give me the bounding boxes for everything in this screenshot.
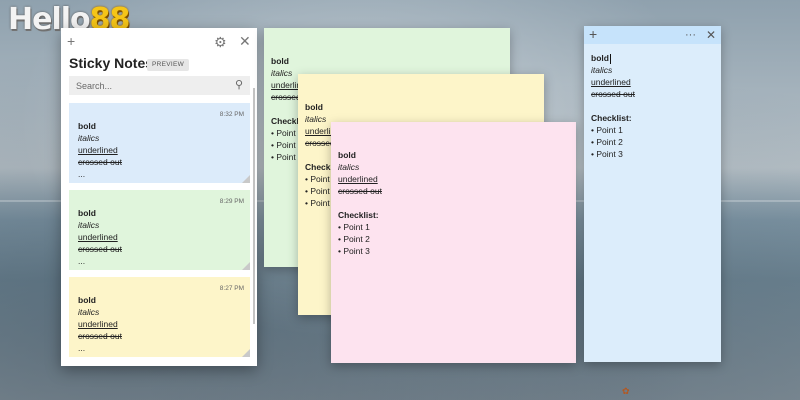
list-scrollbar[interactable] xyxy=(253,88,255,324)
checklist-item: • Point 1 xyxy=(591,125,623,135)
notes-list-window: + ⚙ ✕ Sticky Notes PREVIEW ⚲ 8:32 PM bol… xyxy=(61,28,257,366)
note-line-bold: bold xyxy=(591,53,611,64)
list-titlebar: + ⚙ ✕ xyxy=(61,28,257,54)
note-line-italics: italics xyxy=(591,65,613,75)
sticky-note-pink[interactable]: bold italics underlined crossed out Chec… xyxy=(331,122,576,363)
text-cursor xyxy=(609,53,611,64)
note-line-crossed-out: crossed out xyxy=(78,244,122,254)
note-line-crossed-out: crossed out xyxy=(78,331,122,341)
note-line-underlined: underlined xyxy=(78,145,118,155)
checklist-item: • Point 2 xyxy=(338,234,370,244)
decorative-flower-icon: ✿ xyxy=(622,386,630,396)
close-icon[interactable]: ✕ xyxy=(706,27,716,43)
page-fold-icon xyxy=(242,262,250,270)
search-icon[interactable]: ⚲ xyxy=(235,78,243,91)
plus-icon[interactable]: + xyxy=(589,26,597,42)
note-titlebar[interactable]: + ··· ✕ xyxy=(584,26,721,44)
list-item[interactable]: 8:29 PM bold italics underlined crossed … xyxy=(69,190,250,270)
note-line-ellipsis: ... xyxy=(78,256,86,266)
note-line-underlined: underlined xyxy=(591,77,631,87)
note-line-italics: italics xyxy=(78,307,100,317)
note-line-bold: bold xyxy=(78,295,96,305)
note-line-italics: italics xyxy=(78,220,100,230)
note-line-bold: bold xyxy=(305,102,323,112)
checklist-item: • Point 2 xyxy=(591,137,623,147)
note-body[interactable]: bold italics underlined crossed out Chec… xyxy=(591,52,635,160)
checklist-item: • Point 3 xyxy=(591,149,623,159)
note-line-underlined: underlined xyxy=(338,174,378,184)
note-line-crossed-out: crossed out xyxy=(338,186,382,196)
note-line-crossed-out: crossed out xyxy=(591,89,635,99)
note-line-underlined: underlined xyxy=(78,232,118,242)
close-icon[interactable]: ✕ xyxy=(239,32,251,50)
note-line-crossed-out: crossed out xyxy=(78,157,122,167)
preview-badge: PREVIEW xyxy=(147,59,190,71)
note-timestamp: 8:32 PM xyxy=(219,111,244,118)
list-item[interactable]: 8:32 PM bold italics underlined crossed … xyxy=(69,103,250,183)
note-line-bold: bold xyxy=(338,150,356,160)
checklist-item: • Point 3 xyxy=(338,246,370,256)
note-timestamp: 8:29 PM xyxy=(219,198,244,205)
note-line-bold: bold xyxy=(271,56,289,66)
gear-icon[interactable]: ⚙ xyxy=(214,33,227,51)
list-item[interactable]: 8:27 PM bold italics underlined crossed … xyxy=(69,277,250,357)
note-line-underlined: underlined xyxy=(78,319,118,329)
search-input[interactable] xyxy=(69,76,250,95)
note-timestamp: 8:27 PM xyxy=(219,285,244,292)
page-fold-icon xyxy=(242,175,250,183)
note-line-italics: italics xyxy=(78,133,100,143)
sticky-note-blue[interactable]: + ··· ✕ bold italics underlined crossed … xyxy=(584,26,721,362)
note-line-bold: bold xyxy=(78,121,96,131)
checklist-title: Checklist: xyxy=(338,210,379,220)
plus-icon[interactable]: + xyxy=(67,32,75,50)
note-line-italics: italics xyxy=(338,162,360,172)
note-body[interactable]: bold italics underlined crossed out Chec… xyxy=(338,149,382,257)
page-fold-icon xyxy=(242,349,250,357)
note-line-ellipsis: ... xyxy=(78,343,86,353)
list-title: Sticky Notes xyxy=(69,55,154,71)
checklist-title: Checklist: xyxy=(591,113,632,123)
note-line-bold: bold xyxy=(78,208,96,218)
checklist-item: • Point 1 xyxy=(338,222,370,232)
notes-list: 8:32 PM bold italics underlined crossed … xyxy=(69,103,250,364)
more-icon[interactable]: ··· xyxy=(685,27,696,43)
note-line-ellipsis: ... xyxy=(78,169,86,179)
